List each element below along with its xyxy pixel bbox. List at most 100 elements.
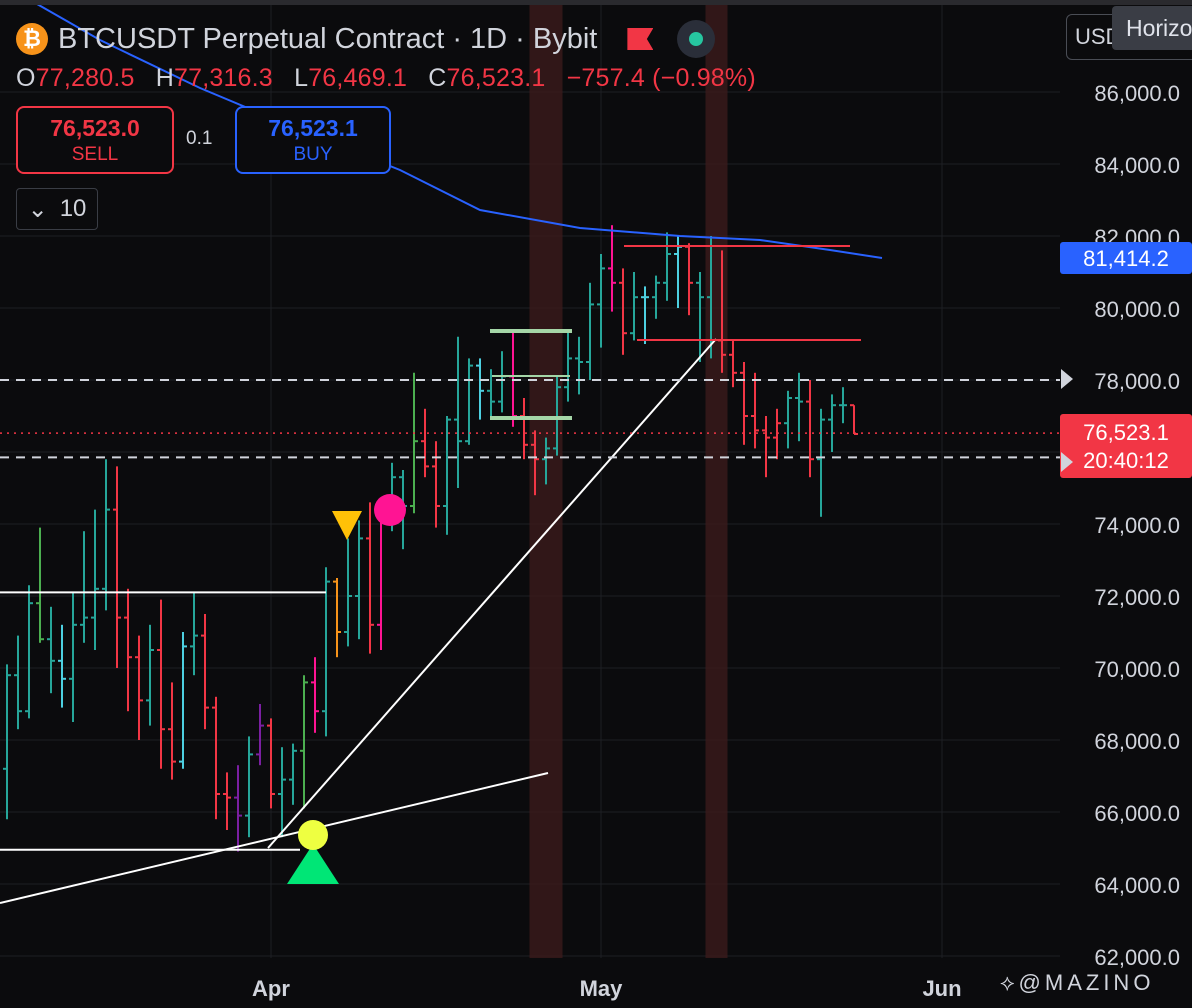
ohlc-bar xyxy=(102,459,110,611)
time-tick-label: May xyxy=(580,976,624,1001)
ohlc-bar xyxy=(597,254,605,348)
ohlc-bar xyxy=(234,765,242,852)
ohlc-bar xyxy=(267,718,275,809)
low-value: 76,469.1 xyxy=(308,64,408,92)
price-tick-label: 74,000.0 xyxy=(1094,513,1180,538)
ohlc-bar xyxy=(47,606,55,694)
ma-price-label: 81,414.2 xyxy=(1083,246,1169,271)
ohlc-bar xyxy=(256,704,264,766)
buy-price: 76,523.1 xyxy=(268,114,358,141)
ohlc-bar xyxy=(3,664,11,820)
ohlc-bar xyxy=(608,225,616,312)
price-labels: 81,414.2 76,523.1 20:40:12 xyxy=(1060,242,1192,478)
price-tick-label: 64,000.0 xyxy=(1094,873,1180,898)
close-label: C xyxy=(428,64,447,92)
ohlc-bar xyxy=(36,527,44,643)
open-label: O xyxy=(16,64,36,92)
ohlc-bar xyxy=(564,329,572,402)
symbol-title[interactable]: BTCUSDT Perpetual Contract · 1D · Bybit xyxy=(58,23,597,56)
open-value: 77,280.5 xyxy=(35,64,135,92)
ohlc-bar xyxy=(828,394,836,452)
ohlc-bar xyxy=(300,675,308,809)
ohlc-bar xyxy=(179,632,187,769)
ohlc-bar xyxy=(520,398,528,460)
ohlc-bar xyxy=(817,408,825,517)
ohlc-bar xyxy=(157,599,165,769)
ohlc-bar xyxy=(839,387,847,424)
ohlc-bar xyxy=(278,747,286,838)
ohlc-bar xyxy=(366,502,374,654)
sell-button[interactable]: 76,523.0 SELL xyxy=(16,106,174,174)
watermark: ⟡@MAZINO xyxy=(1000,970,1155,995)
time-axis[interactable]: Apr May Jun xyxy=(252,976,962,1001)
ohlc-bar xyxy=(586,282,594,380)
ohlc-bar xyxy=(80,531,88,643)
ohlc-bar xyxy=(762,416,770,478)
ohlc-bar xyxy=(223,772,231,830)
low-label: L xyxy=(294,64,309,92)
price-tick-label: 72,000.0 xyxy=(1094,585,1180,610)
ohlc-bar xyxy=(619,268,627,355)
price-tick-label: 68,000.0 xyxy=(1094,729,1180,754)
ohlc-bar xyxy=(212,696,220,820)
ohlc-bar xyxy=(509,329,517,427)
ohlc-bar xyxy=(740,362,748,445)
ohlc-bar xyxy=(355,520,363,640)
ohlc-bar xyxy=(685,243,693,316)
price-axis[interactable]: 86,000.084,000.082,000.080,000.078,000.0… xyxy=(1094,81,1180,970)
ohlc-bar xyxy=(69,592,77,722)
ohlc-bar xyxy=(289,743,297,805)
ohlc-bar xyxy=(201,614,209,730)
ohlc-bar xyxy=(476,358,484,420)
ohlc-bar xyxy=(432,441,440,528)
level-arrow-icon xyxy=(1061,369,1073,389)
price-tick-label: 70,000.0 xyxy=(1094,657,1180,682)
ohlc-bar xyxy=(168,682,176,780)
ohlc-bars xyxy=(3,225,858,852)
ohlc-bar xyxy=(410,372,418,514)
ohlc-bar xyxy=(333,578,341,658)
ohlc-bar xyxy=(146,624,154,726)
order-quantity[interactable]: 0.1 xyxy=(186,128,212,150)
flag-icon[interactable] xyxy=(627,28,654,50)
ohlc-bar xyxy=(344,538,352,647)
sell-signal-triangle-icon xyxy=(332,511,362,540)
ohlc-bar xyxy=(377,513,385,650)
ohlc-bar xyxy=(850,404,858,435)
ohlc-bar xyxy=(575,336,583,395)
ohlc-bar xyxy=(135,635,143,740)
market-open-dot-icon xyxy=(689,32,704,46)
price-tick-label: 66,000.0 xyxy=(1094,801,1180,826)
session-band xyxy=(705,5,728,958)
change-value: −757.4 (−0.98%) xyxy=(566,64,756,92)
ohlc-bar xyxy=(751,372,759,449)
buy-button[interactable]: 76,523.1 BUY xyxy=(235,106,391,174)
ohlc-bar xyxy=(696,272,704,362)
close-value: 76,523.1 xyxy=(446,64,546,92)
signal-dot-icon xyxy=(298,820,328,850)
last-price-label: 76,523.1 xyxy=(1083,420,1169,445)
high-value: 77,316.3 xyxy=(174,64,273,92)
ohlc-bar xyxy=(795,372,803,442)
ohlc-values: O77,280.5 H77,316.3 L76,469.1 C76,523.1 … xyxy=(16,64,770,93)
session-bands xyxy=(529,5,728,958)
sell-label: SELL xyxy=(71,143,119,165)
ohlc-bar xyxy=(421,408,429,478)
ohlc-bar xyxy=(124,588,132,712)
price-chart[interactable]: 86,000.084,000.082,000.080,000.078,000.0… xyxy=(0,0,1192,1008)
price-tick-label: 78,000.0 xyxy=(1094,369,1180,394)
market-status-button[interactable] xyxy=(677,20,716,58)
tooltip-horizontal: Horizontal xyxy=(1112,6,1192,50)
indicator-collapse-button[interactable]: ⌄ 10 xyxy=(16,188,98,230)
ohlc-bar xyxy=(14,635,22,730)
sell-price: 76,523.0 xyxy=(50,114,140,141)
symbol-legend[interactable]: ₿ BTCUSDT Perpetual Contract · 1D · Bybi… xyxy=(16,20,716,58)
ohlc-bar xyxy=(663,232,671,301)
ohlc-bar xyxy=(784,390,792,449)
ohlc-bar xyxy=(454,336,462,488)
ohlc-bar xyxy=(652,275,660,319)
ohlc-bar xyxy=(498,351,506,413)
ohlc-bar xyxy=(311,657,319,733)
ohlc-bar xyxy=(25,585,33,719)
ohlc-bar xyxy=(91,509,99,650)
